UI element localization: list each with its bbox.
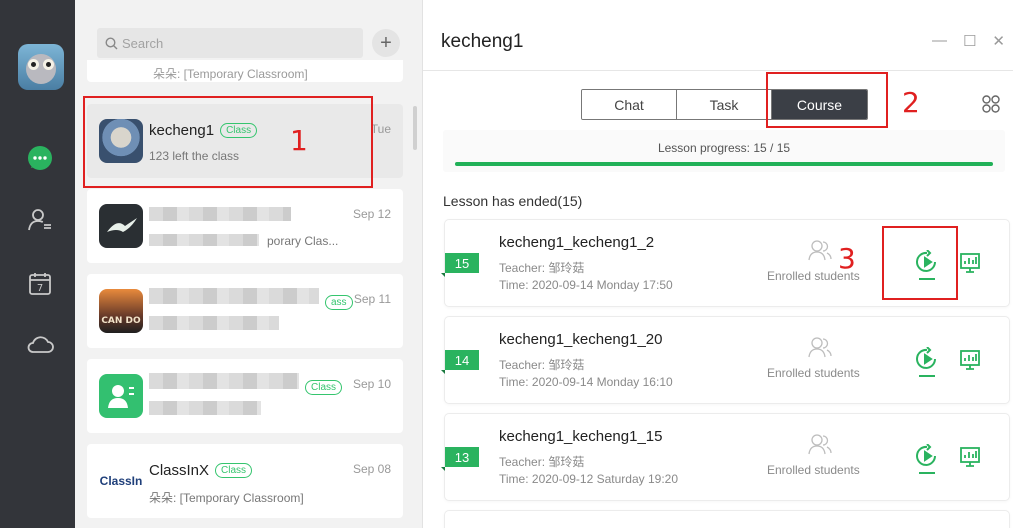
progress-track: [455, 162, 993, 166]
page-title: kecheng1: [441, 31, 524, 52]
section-title: Lesson has ended(15): [443, 193, 583, 209]
class-tag: ass: [325, 295, 353, 310]
avatar-eye-left: [28, 59, 39, 70]
lesson-number: 15: [441, 253, 479, 277]
enrolled-students-label[interactable]: Enrolled students: [767, 366, 860, 380]
plus-icon: +: [380, 31, 392, 54]
lesson-teacher: Teacher: 邹玲菇: [499, 358, 585, 372]
list-item-name: ClassInX: [149, 462, 210, 479]
lesson-name: kecheng1_kecheng1_2: [499, 234, 655, 251]
students-icon[interactable]: [807, 238, 833, 262]
list-item[interactable]: porary Clas... Sep 12: [87, 189, 403, 263]
divider: [423, 70, 1013, 71]
chat-icon[interactable]: [22, 141, 58, 177]
students-icon[interactable]: [807, 335, 833, 359]
app-rail: 7: [0, 0, 75, 528]
lesson-teacher: Teacher: 邹玲菇: [499, 261, 585, 275]
lesson-card[interactable]: 14 kecheng1_kecheng1_20 Teacher: 邹玲菇 Tim…: [441, 317, 1009, 403]
blurred-name: [149, 288, 319, 304]
contacts-icon[interactable]: [22, 202, 58, 238]
search-input[interactable]: [122, 35, 342, 51]
list-item-sub: porary Clas...: [267, 234, 339, 248]
blurred-name: [149, 207, 291, 221]
list-item-date: Sep 11: [353, 292, 391, 306]
list-item-sub: 朵朵: [Temporary Classroom]: [153, 67, 308, 81]
tab-chat[interactable]: Chat: [582, 90, 677, 119]
add-button[interactable]: +: [372, 29, 400, 57]
statistics-icon[interactable]: [959, 446, 981, 468]
avatar: CAN DO: [99, 289, 143, 333]
maximize-button[interactable]: ☐: [963, 32, 976, 50]
classin-logo: ClassIn: [99, 459, 143, 503]
list-item[interactable]: ClassIn ClassInX Class 朵朵: [Temporary Cla…: [87, 444, 403, 518]
search-box[interactable]: [97, 28, 363, 58]
statistics-icon[interactable]: [959, 252, 981, 274]
progress-text: Lesson progress: 15 / 15: [657, 141, 791, 155]
minimize-button[interactable]: —: [932, 32, 947, 50]
list-item-date: Sep 12: [352, 207, 391, 221]
list-item-partial[interactable]: 朵朵: [Temporary Classroom]: [87, 60, 403, 82]
lesson-card-partial[interactable]: [445, 511, 1009, 528]
annotation-label-2: 2: [902, 86, 920, 119]
lesson-progress: Lesson progress: 15 / 15: [443, 130, 1005, 172]
lesson-name: kecheng1_kecheng1_15: [499, 428, 663, 445]
bird-logo-avatar: [99, 204, 143, 248]
lesson-card[interactable]: 13 kecheng1_kecheng1_15 Teacher: 邹玲菇 Tim…: [441, 414, 1009, 500]
conversation-list-panel: + 朵朵: [Temporary Classroom] kecheng1Clas…: [75, 0, 423, 528]
list-scrollbar[interactable]: [413, 106, 417, 150]
list-item-date: Tue: [370, 122, 391, 136]
blurred-sub: [149, 234, 259, 246]
lesson-time: Time: 2020-09-14 Monday 17:50: [499, 278, 673, 292]
search-icon: [105, 36, 118, 49]
blurred-sub: [149, 401, 261, 415]
lesson-time: Time: 2020-09-14 Monday 16:10: [499, 375, 673, 389]
annotation-label-3: 3: [838, 242, 856, 275]
blurred-name: [149, 373, 299, 389]
lesson-name: kecheng1_kecheng1_20: [499, 331, 663, 348]
list-item-date: Sep 08: [352, 462, 391, 476]
close-button[interactable]: ✕: [992, 32, 1005, 50]
calendar-icon[interactable]: 7: [22, 266, 58, 302]
blurred-sub: [149, 316, 279, 330]
replay-icon[interactable]: [914, 347, 940, 379]
students-icon[interactable]: [807, 432, 833, 456]
svg-text:CAN DO: CAN DO: [101, 316, 141, 326]
contact-avatar: [99, 374, 143, 418]
enrolled-students-label[interactable]: Enrolled students: [767, 463, 860, 477]
list-item-sub: 朵朵: [Temporary Classroom]: [149, 491, 304, 505]
list-item-date: Sep 10: [352, 377, 391, 391]
lesson-number: 13: [441, 447, 479, 471]
logo-text: ClassIn: [99, 474, 143, 488]
lesson-time: Time: 2020-09-12 Saturday 19:20: [499, 472, 678, 486]
user-avatar[interactable]: [18, 44, 64, 90]
cloud-icon[interactable]: [22, 326, 58, 362]
calendar-day: 7: [37, 283, 43, 294]
grid-menu-icon[interactable]: [981, 94, 1001, 114]
progress-fill: [455, 162, 993, 166]
window-controls: — ☐ ✕: [932, 32, 1005, 50]
class-tag: Class: [215, 463, 253, 478]
lesson-number: 14: [441, 350, 479, 374]
list-item[interactable]: CAN DO ass Sep 11: [87, 274, 403, 348]
tab-task[interactable]: Task: [677, 90, 772, 119]
list-item[interactable]: Class Sep 10: [87, 359, 403, 433]
lesson-teacher: Teacher: 邹玲菇: [499, 455, 585, 469]
replay-icon[interactable]: [914, 444, 940, 476]
statistics-icon[interactable]: [959, 349, 981, 371]
annotation-label-1: 1: [290, 124, 308, 157]
annotation-box-1: [83, 96, 373, 188]
annotation-box-2: [766, 72, 888, 128]
class-tag: Class: [305, 380, 343, 395]
avatar-eye-right: [43, 59, 54, 70]
annotation-box-3: [882, 226, 958, 300]
